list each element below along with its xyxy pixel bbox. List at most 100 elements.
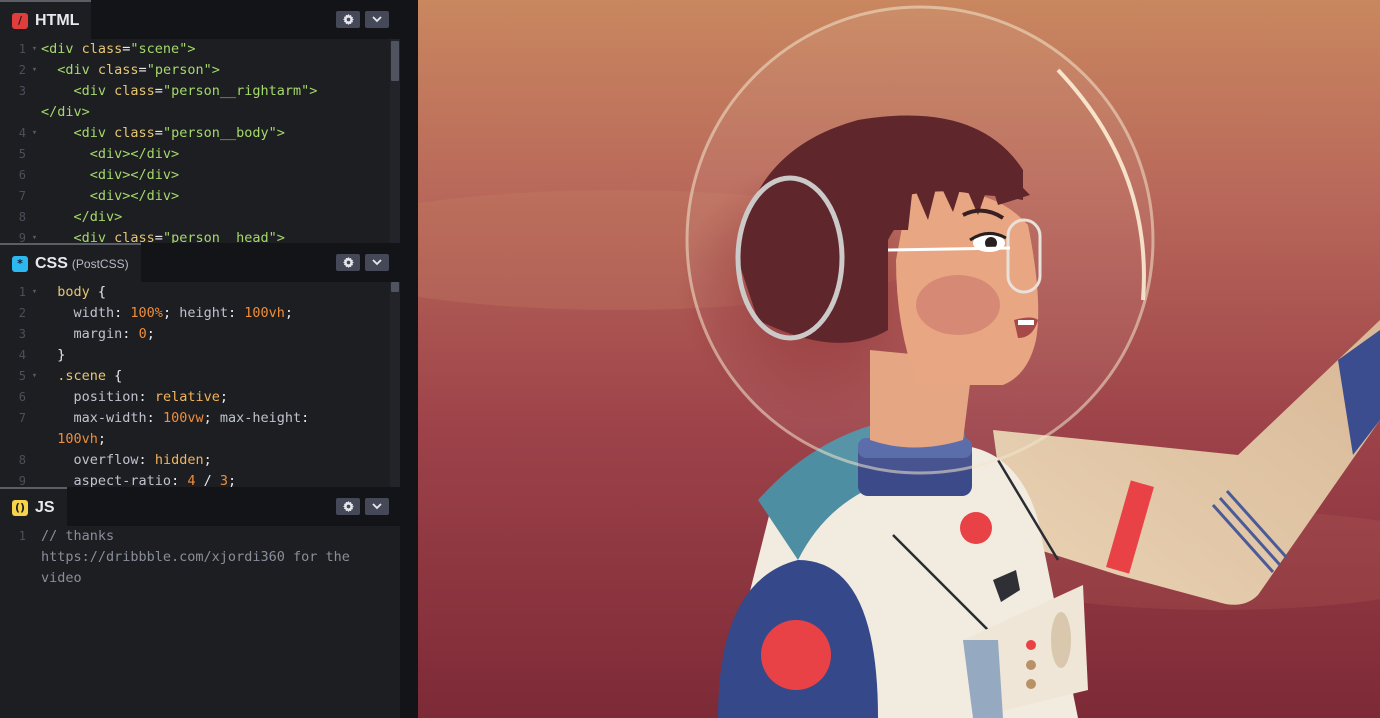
js-collapse-button[interactable] <box>365 498 389 515</box>
line-number: 2 <box>18 63 26 77</box>
fold-toggle-icon[interactable]: ▾ <box>28 366 41 387</box>
css-preprocessor-label: (PostCSS) <box>71 256 129 271</box>
code-line[interactable]: 8 overflow: hidden; <box>0 450 400 471</box>
code-text: <div class="scene"> <box>41 39 195 60</box>
code-line[interactable]: 1 ▾ body { <box>0 282 400 303</box>
code-text: aspect-ratio: 4 / 3; <box>41 471 237 487</box>
code-line[interactable]: 9 ▾ <div class="person__head"> <box>0 228 400 243</box>
code-line[interactable]: 1 // thanks <box>0 526 400 547</box>
css-scroll-thumb[interactable] <box>391 282 399 292</box>
code-line[interactable]: 4 } <box>0 345 400 366</box>
html-collapse-button[interactable] <box>365 11 389 28</box>
code-line[interactable]: 8 </div> <box>0 207 400 228</box>
fold-gutter <box>28 207 41 228</box>
code-token: "person__body" <box>162 125 277 141</box>
html-scrollbar[interactable] <box>390 39 400 243</box>
js-pane-header: () JS <box>0 487 400 526</box>
code-token: / <box>195 473 220 487</box>
fold-gutter <box>28 165 41 186</box>
fold-toggle-icon[interactable]: ▾ <box>28 39 41 60</box>
code-line[interactable]: 7 <div></div> <box>0 186 400 207</box>
code-token: > <box>211 62 220 78</box>
code-token: hidden <box>154 452 204 468</box>
chevron-down-icon <box>372 16 382 23</box>
code-line[interactable]: 7 max-width: 100vw; max-height: <box>0 408 400 429</box>
code-line[interactable]: 4 ▾ <div class="person__body"> <box>0 123 400 144</box>
line-number: 5 <box>18 369 26 383</box>
code-token: relative <box>154 389 220 405</box>
js-settings-button[interactable] <box>336 498 360 515</box>
code-line[interactable]: 9 aspect-ratio: 4 / 3; <box>0 471 400 487</box>
fold-toggle-icon[interactable]: ▾ <box>28 123 41 144</box>
code-line[interactable]: </div> <box>0 102 400 123</box>
fold-toggle-icon[interactable]: ▾ <box>28 60 41 81</box>
js-code-area[interactable]: 1 // thanks https://dribbble.com/xjordi360… <box>0 526 400 718</box>
line-number <box>0 547 28 568</box>
line-number: 5 <box>18 147 26 161</box>
pane-resize-divider[interactable] <box>400 0 418 718</box>
code-line[interactable]: 5 ▾ .scene { <box>0 366 400 387</box>
css-code-area[interactable]: 1 ▾ body {2 width: 100%; height: 100vh; 3 … <box>0 282 400 487</box>
fold-toggle-icon[interactable]: ▾ <box>28 228 41 243</box>
code-text: <div class="person__body"> <box>41 123 285 144</box>
code-token: 3 <box>219 473 228 487</box>
code-line[interactable]: 1 ▾ <div class="scene"> <box>0 39 400 60</box>
css-pane-header: * CSS (PostCSS) <box>0 243 400 282</box>
gear-icon <box>342 257 354 268</box>
js-tab-title: JS <box>35 498 55 516</box>
code-token: <div <box>41 41 82 57</box>
code-line[interactable]: 5 <div></div> <box>0 144 400 165</box>
html-scroll-thumb[interactable] <box>391 41 399 81</box>
code-token: 0 <box>138 326 147 342</box>
code-token: margin <box>73 326 123 342</box>
code-line[interactable]: 6 <div></div> <box>0 165 400 186</box>
css-collapse-button[interactable] <box>365 254 389 271</box>
code-token: > <box>276 230 285 243</box>
code-token: width <box>73 305 115 321</box>
code-token: ; <box>203 452 212 468</box>
code-text: <div></div> <box>41 186 179 207</box>
chest-panel-button <box>1026 660 1036 670</box>
code-text: video <box>41 568 82 589</box>
code-token: overflow <box>73 452 139 468</box>
fold-gutter <box>28 387 41 408</box>
css-scrollbar[interactable] <box>390 282 400 487</box>
code-line[interactable]: 3 <div class="person__rightarm"> <box>0 81 400 102</box>
css-tab[interactable]: * CSS (PostCSS) <box>0 243 141 282</box>
html-code-area[interactable]: 1 ▾ <div class="scene"> 2 ▾ <div class="pers… <box>0 39 400 243</box>
chevron-down-icon <box>372 503 382 510</box>
line-number: 2 <box>18 306 26 320</box>
code-token: <div <box>73 125 115 141</box>
code-token: > <box>187 41 196 57</box>
html-pane-actions <box>336 11 389 28</box>
fold-toggle-icon[interactable]: ▾ <box>28 282 41 303</box>
css-settings-button[interactable] <box>336 254 360 271</box>
code-text: https://dribbble.com/xjordi360 for the <box>41 547 350 568</box>
code-text: width: 100%; height: 100vh; <box>41 303 294 324</box>
code-line[interactable]: 3 margin: 0; <box>0 324 400 345</box>
astronaut-illustration <box>418 0 1380 718</box>
code-token: ; <box>228 473 237 487</box>
css-tab-title: CSS <box>35 254 68 272</box>
code-line[interactable]: https://dribbble.com/xjordi360 for the <box>0 547 400 568</box>
fold-gutter <box>28 568 41 589</box>
code-line[interactable]: 2 ▾ <div class="person"> <box>0 60 400 81</box>
code-token: "person" <box>146 62 212 78</box>
code-token: 100vh <box>244 305 285 321</box>
code-token: <div></div> <box>89 188 180 204</box>
html-settings-button[interactable] <box>336 11 360 28</box>
code-line[interactable]: 6 position: relative; <box>0 387 400 408</box>
js-tab[interactable]: () JS <box>0 487 67 526</box>
code-text: body { <box>41 282 106 303</box>
js-editor-pane: () JS 1 // thanks https://dribbble.com/xjo… <box>0 487 400 718</box>
code-token: <div <box>73 230 115 243</box>
code-line[interactable]: video <box>0 568 400 589</box>
html-tab[interactable]: / HTML <box>0 0 92 39</box>
css-editor-pane: * CSS (PostCSS) 1 ▾ body {2 width: 100%; … <box>0 243 400 487</box>
code-line[interactable]: 100vh; <box>0 429 400 450</box>
code-line[interactable]: 2 width: 100%; height: 100vh; <box>0 303 400 324</box>
fold-gutter <box>28 429 41 450</box>
